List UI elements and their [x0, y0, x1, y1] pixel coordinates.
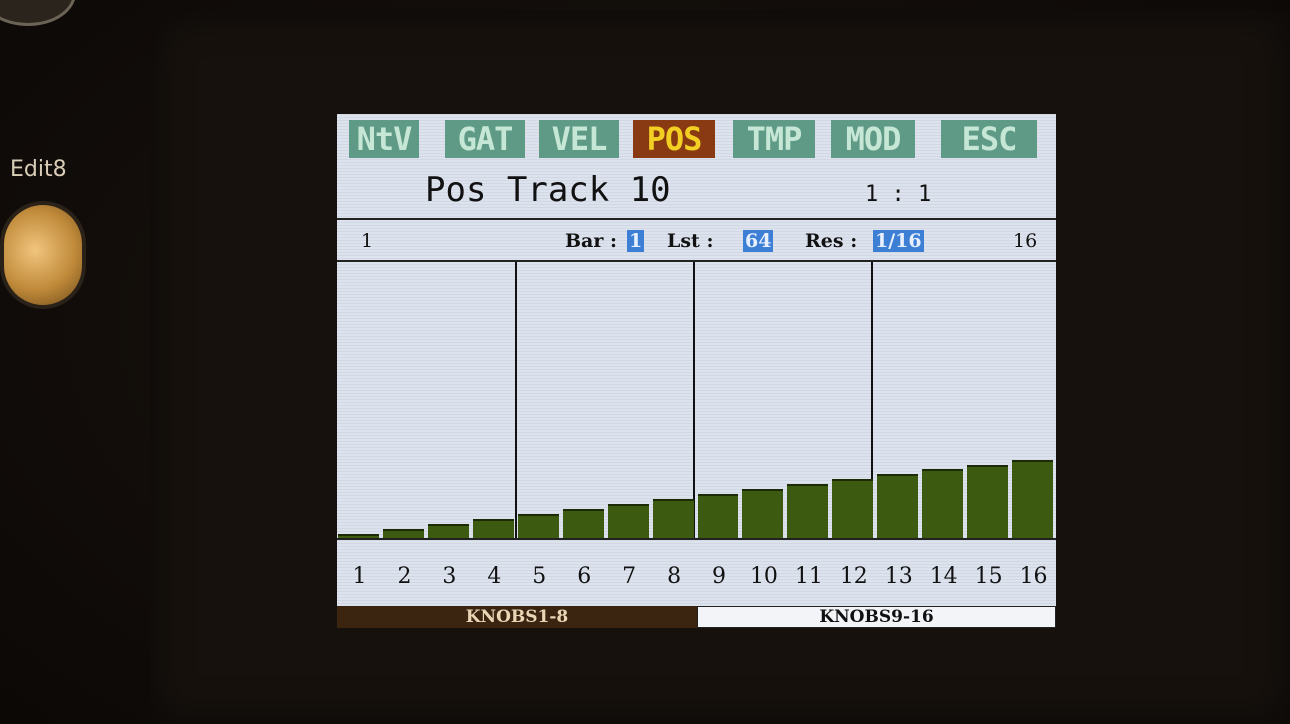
bar-divider [693, 262, 695, 538]
knobs-9-16-button[interactable]: KNOBS9-16 [697, 606, 1056, 628]
bar-divider [515, 262, 517, 538]
res-label: Res : [805, 230, 858, 252]
step-bar[interactable] [472, 518, 514, 538]
step-number: 2 [397, 564, 412, 589]
track-header: Pos Track 10 1 : 1 [337, 162, 1056, 220]
tab-tmp[interactable]: TMP [733, 120, 815, 158]
step-number: 7 [622, 564, 637, 589]
step-number: 13 [884, 564, 913, 589]
step-number: 9 [712, 564, 726, 589]
step-bar[interactable] [382, 528, 424, 538]
step-bar[interactable] [742, 489, 784, 538]
step-bar[interactable] [832, 479, 874, 538]
step-number: 11 [794, 564, 823, 589]
step-bar[interactable] [607, 503, 649, 538]
last-label: Lst : [667, 230, 714, 252]
tab-gat[interactable]: GAT [445, 120, 525, 158]
info-row: 1 Bar : 1 Lst : 64 Res : 1/16 16 [337, 220, 1056, 262]
step-bar[interactable] [787, 484, 829, 538]
step-number: 5 [532, 564, 547, 589]
step-bar[interactable] [562, 508, 604, 538]
knob-label: Edit8 [10, 157, 67, 182]
step-bar[interactable] [877, 474, 919, 538]
footer: KNOBS1-8 KNOBS9-16 [337, 606, 1056, 628]
step-number: 14 [929, 564, 958, 589]
lcd-screen: NtV GAT VEL POS TMP MOD ESC Pos Track 10… [337, 114, 1056, 628]
step-number: 16 [1019, 564, 1048, 589]
graph-baseline [337, 538, 1056, 540]
step-bar[interactable] [922, 469, 964, 538]
step-bar[interactable] [967, 464, 1009, 538]
step-bar[interactable] [427, 523, 469, 538]
tab-bar: NtV GAT VEL POS TMP MOD ESC [349, 120, 1039, 160]
step-number: 1 [352, 564, 367, 589]
position-readout: 1 : 1 [865, 182, 932, 207]
bar-label: Bar : [565, 230, 618, 252]
edit-knob[interactable] [4, 205, 82, 305]
step-number: 6 [577, 564, 592, 589]
tab-pos[interactable]: POS [633, 120, 715, 158]
tab-mod[interactable]: MOD [831, 120, 915, 158]
device-panel: Edit8 NtV GAT VEL POS TMP MOD ESC Pos Tr… [0, 0, 1290, 724]
top-knob[interactable] [0, 0, 76, 26]
step-graph[interactable] [337, 262, 1056, 538]
tab-esc[interactable]: ESC [941, 120, 1037, 158]
bar-value[interactable]: 1 [627, 230, 645, 252]
tab-vel[interactable]: VEL [539, 120, 619, 158]
knobs-1-8-button[interactable]: KNOBS1-8 [337, 606, 697, 628]
step-bar[interactable] [652, 499, 694, 538]
step-bar[interactable] [1012, 459, 1053, 538]
res-value[interactable]: 1/16 [873, 230, 924, 252]
step-number: 12 [839, 564, 868, 589]
step-number: 4 [487, 564, 502, 589]
step-number: 3 [442, 564, 457, 589]
range-end: 16 [1013, 230, 1038, 252]
step-number: 15 [974, 564, 1003, 589]
track-title: Pos Track 10 [425, 170, 671, 210]
step-number: 8 [667, 564, 682, 589]
last-value[interactable]: 64 [743, 230, 774, 252]
step-bar[interactable] [697, 494, 739, 538]
tab-ntv[interactable]: NtV [349, 120, 419, 158]
step-number-row: 1 2 3 4 5 6 7 8 9 10 11 12 13 14 15 16 [337, 564, 1056, 594]
step-bar[interactable] [517, 513, 559, 538]
step-number: 10 [749, 564, 778, 589]
range-start: 1 [361, 230, 374, 252]
